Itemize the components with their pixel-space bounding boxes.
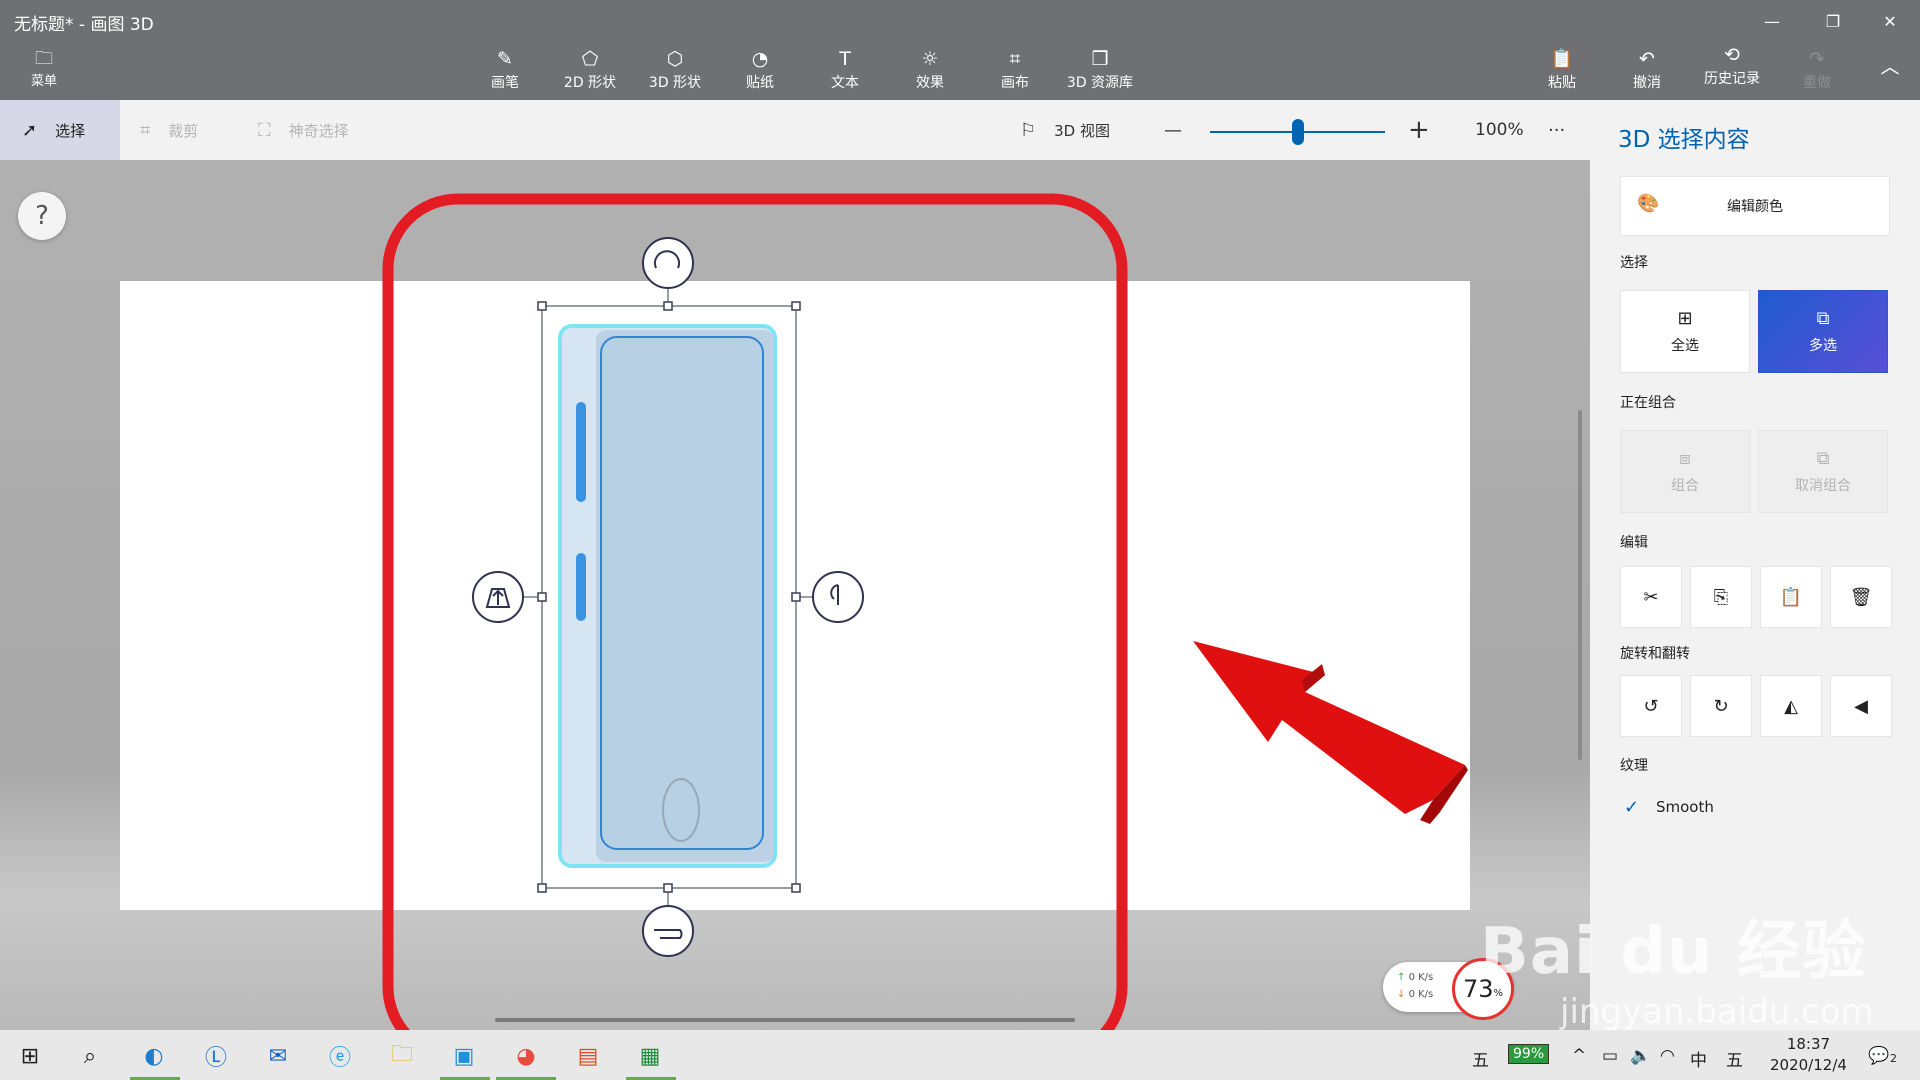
- select-all-button[interactable]: ⊞ 全选: [1620, 290, 1750, 373]
- rotate-right-button[interactable]: ↻: [1690, 675, 1752, 737]
- select-all-label: 全选: [1671, 338, 1699, 354]
- app-red-icon[interactable]: ▤: [572, 1040, 604, 1072]
- ungroup-label: 取消组合: [1795, 478, 1851, 494]
- group-icon: ⧈: [1679, 448, 1691, 469]
- trash-icon: 🗑: [1849, 586, 1873, 608]
- ime-mode-indicator[interactable]: 五: [1726, 1046, 1743, 1071]
- smooth-label: Smooth: [1656, 798, 1714, 816]
- canvas-overlay: [382, 193, 1468, 1030]
- file-explorer-icon[interactable]: 🗀: [386, 1040, 418, 1072]
- battery-icon[interactable]: ▭: [1602, 1046, 1618, 1066]
- delete-button[interactable]: 🗑: [1830, 566, 1892, 628]
- texture-section-label: 纹理: [1620, 758, 1648, 774]
- multi-select-label: 多选: [1809, 338, 1837, 354]
- clock-time: 18:37: [1786, 1035, 1831, 1053]
- edit-color-label: 编辑颜色: [1727, 199, 1783, 215]
- ungroup-icon: ⧉: [1816, 448, 1830, 469]
- flip-horizontal-button[interactable]: ◭: [1760, 675, 1822, 737]
- group-button[interactable]: ⧈ 组合: [1620, 430, 1750, 513]
- history-label: 历史记录: [1704, 71, 1760, 87]
- chevron-up-icon[interactable]: ^: [1572, 1046, 1586, 1066]
- right-panel: 3D 选择内容 🎨 编辑颜色 选择 ⊞ 全选 ⧉ 多选 正在组合 ⧈ 组合 ⧉ 取消组合…: [1590, 100, 1920, 1030]
- rotate-left-icon: ↺: [1643, 695, 1659, 717]
- maximize-button[interactable]: ❐: [1813, 6, 1853, 36]
- undo-label: 撤消: [1633, 75, 1661, 91]
- grouping-section-label: 正在组合: [1620, 395, 1676, 411]
- download-speed: 0 K/s: [1408, 989, 1434, 1000]
- upload-speed: 0 K/s: [1408, 972, 1434, 983]
- clock-date: 2020/12/4: [1770, 1056, 1847, 1074]
- rotate-left-button[interactable]: ↺: [1620, 675, 1682, 737]
- palette-icon: 🎨: [1637, 193, 1660, 214]
- clock[interactable]: 18:37 2020/12/4: [1770, 1034, 1847, 1076]
- rotate-right-icon: ↻: [1713, 695, 1729, 717]
- undo-icon: ↶: [1639, 48, 1655, 70]
- l-app-icon[interactable]: Ⓛ: [200, 1040, 232, 1072]
- close-button[interactable]: ✕: [1870, 6, 1910, 36]
- redo-icon: ↷: [1809, 48, 1825, 70]
- rotate-z-handle[interactable]: [642, 237, 694, 289]
- rotate-y-handle[interactable]: [812, 571, 864, 623]
- history-icon: ⟲: [1724, 44, 1740, 66]
- ime-indicator[interactable]: 五: [1472, 1046, 1489, 1071]
- collapse-ribbon-button[interactable]: ︿: [1866, 56, 1914, 80]
- paste-icon: 📋: [1779, 586, 1803, 608]
- paste-panel-button[interactable]: 📋: [1760, 566, 1822, 628]
- taskbar: ⊞ ⌕ ◐ Ⓛ ✉ ⓔ 🗀 ▣ ◕ ▤ ▦ 五 99% ^ ▭ 🔈 ◠ 中 五 …: [0, 1030, 1920, 1080]
- undo-button[interactable]: ↶ 撤消: [1607, 48, 1687, 92]
- smooth-checkbox[interactable]: ✓: [1624, 797, 1639, 818]
- copy-button[interactable]: ⎘: [1690, 566, 1752, 628]
- multi-select-button[interactable]: ⧉ 多选: [1758, 290, 1888, 373]
- ie-browser-icon[interactable]: ⓔ: [324, 1040, 356, 1072]
- flip-vertical-button[interactable]: ◀: [1830, 675, 1892, 737]
- flip-vertical-icon: ◀: [1854, 695, 1868, 717]
- cut-button[interactable]: ✂: [1620, 566, 1682, 628]
- baidu-watermark: Bai du 经验: [1480, 915, 1867, 989]
- upload-arrow-icon: ↑: [1397, 972, 1406, 983]
- wifi-icon[interactable]: ◠: [1660, 1046, 1675, 1066]
- language-indicator[interactable]: 中: [1690, 1046, 1707, 1071]
- windows-start-icon[interactable]: ⊞: [14, 1040, 46, 1072]
- phone-3d-object[interactable]: [558, 324, 777, 868]
- battery-indicator[interactable]: 99%: [1508, 1044, 1550, 1064]
- scissors-icon: ✂: [1643, 586, 1659, 608]
- edit-color-button[interactable]: 🎨 编辑颜色: [1620, 176, 1890, 236]
- ungroup-button[interactable]: ⧉ 取消组合: [1758, 430, 1888, 513]
- group-label: 组合: [1671, 478, 1699, 494]
- notification-icon[interactable]: 💬: [1868, 1046, 1889, 1066]
- copy-icon: ⎘: [1713, 586, 1729, 608]
- paint3d-icon[interactable]: ◕: [510, 1040, 542, 1072]
- minimize-button[interactable]: —: [1752, 6, 1792, 36]
- rotate-flip-section-label: 旋转和翻转: [1620, 646, 1690, 662]
- excel-icon[interactable]: ▦: [634, 1040, 666, 1072]
- edit-section-label: 编辑: [1620, 535, 1648, 551]
- download-arrow-icon: ↓: [1397, 989, 1406, 1000]
- volume-icon[interactable]: 🔈: [1630, 1046, 1651, 1066]
- mail-icon[interactable]: ✉: [262, 1040, 294, 1072]
- chevron-up-icon: ︿: [1880, 56, 1900, 78]
- search-icon[interactable]: ⌕: [74, 1040, 106, 1072]
- app-blue-icon[interactable]: ▣: [448, 1040, 480, 1072]
- redo-label: 重做: [1803, 75, 1831, 91]
- push-depth-handle[interactable]: [472, 571, 524, 623]
- multi-select-icon: ⧉: [1816, 308, 1830, 329]
- select-all-icon: ⊞: [1677, 308, 1693, 329]
- flip-horizontal-icon: ◭: [1784, 695, 1798, 717]
- panel-title: 3D 选择内容: [1618, 127, 1750, 153]
- notification-count: 2: [1890, 1052, 1897, 1065]
- baidu-watermark-url: jingyan.baidu.com: [1560, 992, 1874, 1032]
- red-arrow-annotation: [1193, 641, 1468, 824]
- history-button[interactable]: ⟲ 历史记录: [1692, 44, 1772, 88]
- select-section-label: 选择: [1620, 255, 1648, 271]
- redo-button[interactable]: ↷ 重做: [1777, 48, 1857, 92]
- rotate-x-handle[interactable]: [642, 905, 694, 957]
- edge-browser-icon[interactable]: ◐: [138, 1040, 170, 1072]
